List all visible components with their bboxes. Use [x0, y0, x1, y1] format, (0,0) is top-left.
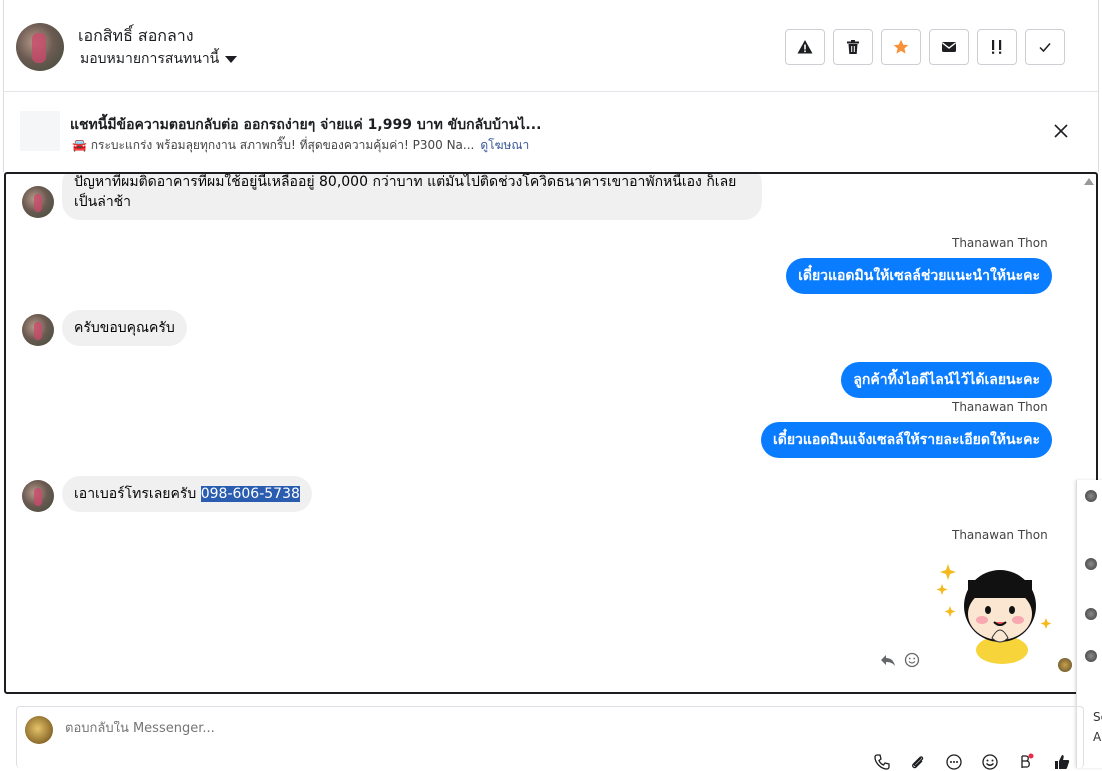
mark-unread-button[interactable]: [929, 29, 969, 65]
caret-down-icon: [225, 55, 238, 63]
spam-button[interactable]: [785, 29, 825, 65]
girl-praying-sticker[interactable]: [936, 554, 1054, 664]
side-panel-text: A: [1093, 730, 1102, 744]
outgoing-message[interactable]: ลูกค้าทิ้งไอดีไลน์ไว้ได้เลยนะคะ: [841, 362, 1052, 398]
seen-avatar: [1058, 658, 1072, 672]
outgoing-message[interactable]: เดี๋ยวแอดมินให้เซลล์ช่วยแนะนำให้นะคะ: [786, 258, 1052, 294]
trash-icon: [847, 40, 859, 54]
inbox-conversation-view: เอกสิทธิ์ สอกลาง มอบหมายการสนทนานี้ แชทน…: [0, 0, 1102, 771]
contact-avatar-small: [1085, 650, 1097, 662]
side-panel-text: Sc: [1093, 710, 1102, 724]
page-avatar: [25, 716, 53, 744]
scroll-up-arrow-icon[interactable]: [1084, 178, 1094, 185]
reply-input[interactable]: [65, 721, 865, 736]
contact-avatar-small: [1085, 490, 1097, 502]
close-icon[interactable]: [1052, 122, 1070, 140]
envelope-icon: [942, 42, 956, 52]
view-ad-link[interactable]: ดูโฆษณา: [480, 138, 529, 152]
ad-subtitle-text: 🚘 กระบะแกร่ง พร้อมลุยทุกงาน สภาพกริ๊บ! ท…: [72, 138, 475, 152]
like-icon[interactable]: [1053, 753, 1071, 771]
composer-toolbar: [873, 753, 1071, 771]
follow-up-icon: [992, 40, 1002, 54]
ad-title: แชทนี้มีข้อความตอบกลับต่อ ออกรถง่ายๆ จ่า…: [70, 117, 542, 133]
done-button[interactable]: [1025, 29, 1065, 65]
incoming-message[interactable]: เอาเบอร์โทรเลยครับ 098-606-5738: [62, 476, 312, 512]
message-text: เอาเบอร์โทรเลยครับ: [74, 486, 201, 502]
contact-name[interactable]: เอกสิทธิ์ สอกลาง: [78, 24, 194, 49]
contact-avatar[interactable]: [16, 23, 64, 71]
outgoing-message[interactable]: เดี๋ยวแอดมินแจ้งเซลล์ให้รายละเอียดให้นะค…: [760, 422, 1052, 458]
incoming-message[interactable]: ปัญหาที่ผมติดอาคารที่ผมใช้อยู่นี้เหลืออย…: [62, 174, 762, 220]
star-button[interactable]: [881, 29, 921, 65]
contact-avatar-small: [22, 480, 54, 512]
assign-conversation-dropdown[interactable]: มอบหมายการสนทนานี้: [80, 48, 238, 70]
contact-avatar-small: [1085, 608, 1097, 620]
sender-name: Thanawan Thon: [952, 400, 1048, 414]
divider: [1098, 0, 1099, 172]
message-thread[interactable]: ปัญหาที่ผมติดอาคารที่ผมใช้อยู่นี้เหลืออย…: [4, 172, 1098, 694]
warning-icon: [797, 40, 813, 54]
attachment-icon[interactable]: [909, 753, 927, 771]
payment-icon[interactable]: [1017, 753, 1035, 771]
sender-name: Thanawan Thon: [952, 236, 1048, 250]
assign-label: มอบหมายการสนทนานี้: [80, 51, 220, 67]
follow-up-button[interactable]: [977, 29, 1017, 65]
sender-name: Thanawan Thon: [952, 528, 1048, 542]
incoming-message[interactable]: ครับขอบคุณครับ: [62, 310, 187, 346]
saved-replies-icon[interactable]: [945, 753, 963, 771]
message-actions: [880, 652, 920, 668]
header-actions: [785, 29, 1065, 65]
ad-thumbnail: [20, 111, 60, 151]
check-icon: [1039, 43, 1051, 53]
call-icon[interactable]: [873, 753, 891, 771]
selected-phone-number[interactable]: 098-606-5738: [200, 486, 300, 502]
delete-button[interactable]: [833, 29, 873, 65]
emoji-react-icon[interactable]: [904, 652, 920, 668]
reply-icon[interactable]: [880, 652, 896, 668]
contact-avatar-small: [22, 186, 54, 218]
message-composer: [16, 706, 1084, 771]
contact-avatar-small: [22, 314, 54, 346]
ad-context-banner: แชทนี้มีข้อความตอบกลับต่อ ออกรถง่ายๆ จ่า…: [4, 92, 1098, 172]
contact-avatar-small: [1085, 558, 1097, 570]
emoji-icon[interactable]: [981, 753, 999, 771]
star-icon: [893, 39, 909, 54]
conversation-header: เอกสิทธิ์ สอกลาง มอบหมายการสนทนานี้: [4, 0, 1098, 92]
ad-subtitle: 🚘 กระบะแกร่ง พร้อมลุยทุกงาน สภาพกริ๊บ! ท…: [72, 136, 529, 155]
